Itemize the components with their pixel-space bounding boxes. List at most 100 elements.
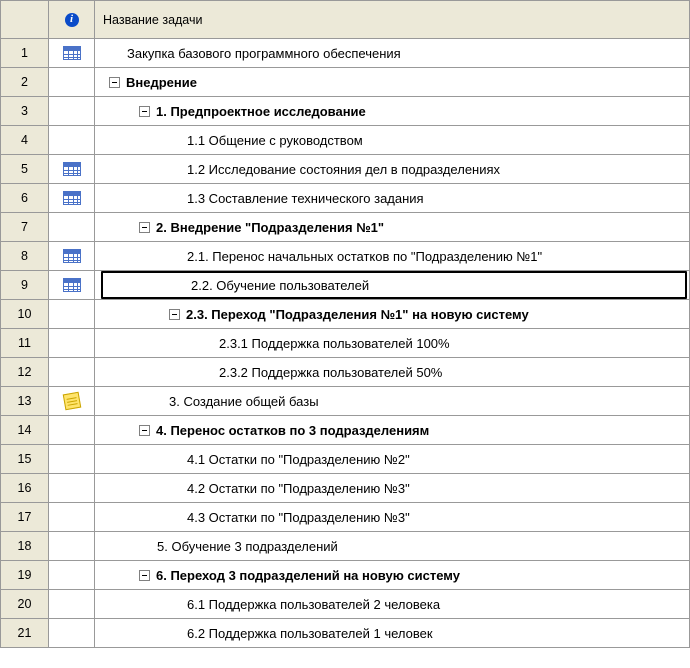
row-indicator	[49, 97, 95, 126]
row-indicator	[49, 213, 95, 242]
task-name-cell[interactable]: 4. Перенос остатков по 3 подразделениям	[95, 416, 690, 445]
table-row[interactable]: 9 2.2. Обучение пользователей	[1, 271, 690, 300]
row-number[interactable]: 4	[1, 126, 49, 155]
table-row[interactable]: 14 4. Перенос остатков по 3 подразделения…	[1, 416, 690, 445]
task-name-cell[interactable]: Внедрение	[95, 68, 690, 97]
task-name-cell[interactable]: 5. Обучение 3 подразделений	[95, 532, 690, 561]
row-number[interactable]: 10	[1, 300, 49, 329]
task-name-cell[interactable]: 6. Переход 3 подразделений на новую сист…	[95, 561, 690, 590]
collapse-icon[interactable]	[139, 425, 150, 436]
table-row[interactable]: 1 Закупка базового программного обеспечен…	[1, 39, 690, 68]
row-indicator	[49, 445, 95, 474]
row-number[interactable]: 14	[1, 416, 49, 445]
task-label: 1.2 Исследование состояния дел в подразд…	[187, 162, 500, 177]
task-name-cell[interactable]: 6.2 Поддержка пользователей 1 человек	[95, 619, 690, 648]
row-indicator	[49, 242, 95, 271]
row-number[interactable]: 19	[1, 561, 49, 590]
task-name-cell[interactable]: 2.2. Обучение пользователей	[95, 271, 690, 300]
task-name-cell[interactable]: 4.3 Остатки по "Подразделению №3"	[95, 503, 690, 532]
row-number[interactable]: 15	[1, 445, 49, 474]
collapse-icon[interactable]	[139, 106, 150, 117]
task-label: 6.2 Поддержка пользователей 1 человек	[187, 626, 433, 641]
table-row[interactable]: 12 2.3.2 Поддержка пользователей 50%	[1, 358, 690, 387]
table-row[interactable]: 18 5. Обучение 3 подразделений	[1, 532, 690, 561]
task-label: 5. Обучение 3 подразделений	[157, 539, 338, 554]
table-row[interactable]: 7 2. Внедрение "Подразделения №1"	[1, 213, 690, 242]
row-number-label: 21	[18, 626, 32, 640]
task-name-cell[interactable]: 1.3 Составление технического задания	[95, 184, 690, 213]
task-label: 6. Переход 3 подразделений на новую сист…	[156, 568, 460, 583]
row-number-label: 12	[18, 365, 32, 379]
table-row[interactable]: 4 1.1 Общение с руководством	[1, 126, 690, 155]
row-number[interactable]: 3	[1, 97, 49, 126]
task-grid: i Название задачи 1 Закупка базового прог…	[0, 0, 690, 648]
header-row: i Название задачи	[1, 1, 690, 39]
row-number[interactable]: 11	[1, 329, 49, 358]
table-row[interactable]: 10 2.3. Переход "Подразделения №1" на нов…	[1, 300, 690, 329]
table-row[interactable]: 13 3. Создание общей базы	[1, 387, 690, 416]
row-number-label: 16	[18, 481, 32, 495]
row-number[interactable]: 2	[1, 68, 49, 97]
row-number[interactable]: 7	[1, 213, 49, 242]
table-row[interactable]: 21 6.2 Поддержка пользователей 1 человек	[1, 619, 690, 648]
table-row[interactable]: 15 4.1 Остатки по "Подразделению №2"	[1, 445, 690, 474]
task-name-cell[interactable]: 2. Внедрение "Подразделения №1"	[95, 213, 690, 242]
row-number[interactable]: 17	[1, 503, 49, 532]
header-indicator[interactable]: i	[49, 1, 95, 39]
row-indicator	[49, 300, 95, 329]
task-label: 2.1. Перенос начальных остатков по "Подр…	[187, 249, 542, 264]
task-label: 4.1 Остатки по "Подразделению №2"	[187, 452, 410, 467]
task-name-cell[interactable]: 2.3. Переход "Подразделения №1" на новую…	[95, 300, 690, 329]
row-number-label: 7	[21, 220, 28, 234]
table-row[interactable]: 8 2.1. Перенос начальных остатков по "Под…	[1, 242, 690, 271]
task-name-cell[interactable]: 3. Создание общей базы	[95, 387, 690, 416]
row-number[interactable]: 6	[1, 184, 49, 213]
table-icon	[63, 278, 81, 292]
task-name-cell[interactable]: 6.1 Поддержка пользователей 2 человека	[95, 590, 690, 619]
table-row[interactable]: 5 1.2 Исследование состояния дел в подраз…	[1, 155, 690, 184]
table-row[interactable]: 16 4.2 Остатки по "Подразделению №3"	[1, 474, 690, 503]
task-name-cell[interactable]: 1.1 Общение с руководством	[95, 126, 690, 155]
row-number[interactable]: 8	[1, 242, 49, 271]
task-name-cell[interactable]: 4.2 Остатки по "Подразделению №3"	[95, 474, 690, 503]
table-row[interactable]: 3 1. Предпроектное исследование	[1, 97, 690, 126]
row-number-label: 18	[18, 539, 32, 553]
collapse-icon[interactable]	[169, 309, 180, 320]
task-name-cell[interactable]: 2.3.2 Поддержка пользователей 50%	[95, 358, 690, 387]
task-label: 2.3.1 Поддержка пользователей 100%	[219, 336, 450, 351]
table-row[interactable]: 6 1.3 Составление технического задания	[1, 184, 690, 213]
header-rownum[interactable]	[1, 1, 49, 39]
row-number[interactable]: 1	[1, 39, 49, 68]
collapse-icon[interactable]	[139, 222, 150, 233]
table-row[interactable]: 17 4.3 Остатки по "Подразделению №3"	[1, 503, 690, 532]
task-name-cell[interactable]: 4.1 Остатки по "Подразделению №2"	[95, 445, 690, 474]
collapse-icon[interactable]	[109, 77, 120, 88]
row-number[interactable]: 13	[1, 387, 49, 416]
task-label: 4.2 Остатки по "Подразделению №3"	[187, 481, 410, 496]
info-icon: i	[65, 13, 79, 27]
row-number[interactable]: 18	[1, 532, 49, 561]
header-task-name[interactable]: Название задачи	[95, 1, 690, 39]
row-number[interactable]: 20	[1, 590, 49, 619]
task-name-cell[interactable]: 1.2 Исследование состояния дел в подразд…	[95, 155, 690, 184]
row-number-label: 4	[21, 133, 28, 147]
task-name-cell[interactable]: 2.1. Перенос начальных остатков по "Подр…	[95, 242, 690, 271]
table-icon	[63, 191, 81, 205]
row-number[interactable]: 16	[1, 474, 49, 503]
table-row[interactable]: 2 Внедрение	[1, 68, 690, 97]
table-row[interactable]: 11 2.3.1 Поддержка пользователей 100%	[1, 329, 690, 358]
task-label: 1.3 Составление технического задания	[187, 191, 424, 206]
table-row[interactable]: 20 6.1 Поддержка пользователей 2 человека	[1, 590, 690, 619]
row-number[interactable]: 21	[1, 619, 49, 648]
row-number[interactable]: 12	[1, 358, 49, 387]
task-name-cell[interactable]: 1. Предпроектное исследование	[95, 97, 690, 126]
row-number[interactable]: 9	[1, 271, 49, 300]
table-row[interactable]: 19 6. Переход 3 подразделений на новую си…	[1, 561, 690, 590]
note-icon	[63, 392, 81, 410]
task-name-cell[interactable]: 2.3.1 Поддержка пользователей 100%	[95, 329, 690, 358]
row-indicator	[49, 155, 95, 184]
task-name-cell[interactable]: Закупка базового программного обеспечени…	[95, 39, 690, 68]
task-label: 3. Создание общей базы	[169, 394, 319, 409]
row-number[interactable]: 5	[1, 155, 49, 184]
collapse-icon[interactable]	[139, 570, 150, 581]
